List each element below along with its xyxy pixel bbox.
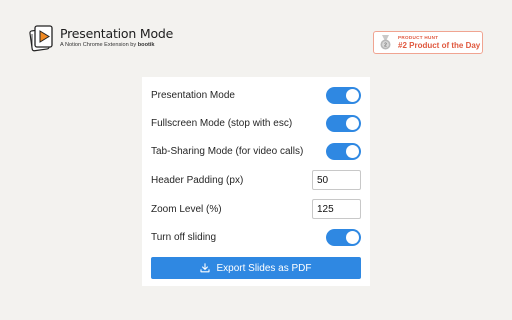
download-icon <box>200 263 211 273</box>
svg-text:2: 2 <box>384 43 387 49</box>
header-padding-row: Header Padding (px) <box>151 169 361 191</box>
toggle-knob <box>346 116 359 130</box>
fullscreen-mode-toggle[interactable] <box>326 114 361 132</box>
export-pdf-label: Export Slides as PDF <box>216 262 312 274</box>
subtitle-text: A Notion Chrome Extension by <box>60 42 137 48</box>
header-padding-input[interactable] <box>312 170 361 190</box>
app-title: Presentation Mode <box>60 26 174 41</box>
fullscreen-mode-row: Fullscreen Mode (stop with esc) <box>151 112 361 134</box>
tab-sharing-mode-row: Tab-Sharing Mode (for video calls) <box>151 140 361 162</box>
turn-off-sliding-label: Turn off sliding <box>151 231 217 243</box>
toggle-knob <box>346 144 359 158</box>
medal-icon: 2 <box>380 35 391 50</box>
fullscreen-mode-label: Fullscreen Mode (stop with esc) <box>151 117 293 129</box>
product-hunt-badge[interactable]: 2 PRODUCT HUNT #2 Product of the Day <box>373 31 483 54</box>
presentation-mode-row: Presentation Mode <box>151 84 361 106</box>
brand: Presentation Mode A Notion Chrome Extens… <box>28 24 173 52</box>
export-pdf-button[interactable]: Export Slides as PDF <box>151 257 361 279</box>
tab-sharing-mode-label: Tab-Sharing Mode (for video calls) <box>151 145 304 157</box>
header-padding-label: Header Padding (px) <box>151 174 244 186</box>
app-subtitle: A Notion Chrome Extension by bootik <box>60 41 173 49</box>
toggle-knob <box>346 230 359 244</box>
badge-award: #2 Product of the Day <box>398 40 481 50</box>
zoom-level-label: Zoom Level (%) <box>151 203 222 215</box>
turn-off-sliding-row: Turn off sliding <box>151 226 361 248</box>
slides-play-icon <box>29 25 53 52</box>
turn-off-sliding-toggle[interactable] <box>326 228 361 246</box>
tab-sharing-mode-toggle[interactable] <box>326 142 361 160</box>
presentation-mode-toggle[interactable] <box>326 86 361 104</box>
subtitle-brand: bootik <box>137 42 155 48</box>
toggle-knob <box>346 88 359 102</box>
zoom-level-input[interactable] <box>312 199 361 219</box>
settings-card: Presentation Mode Fullscreen Mode (stop … <box>142 77 370 286</box>
presentation-mode-label: Presentation Mode <box>151 89 235 101</box>
zoom-level-row: Zoom Level (%) <box>151 198 361 220</box>
